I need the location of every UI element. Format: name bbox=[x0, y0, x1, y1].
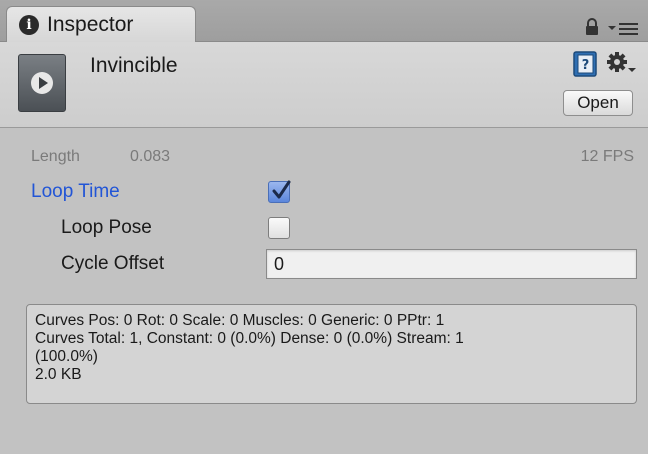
info-line: (100.0%) bbox=[35, 348, 98, 365]
info-icon: i bbox=[19, 15, 39, 35]
menu-icon[interactable] bbox=[606, 20, 640, 36]
animation-clip-icon bbox=[18, 54, 66, 112]
play-icon bbox=[31, 72, 53, 94]
cycle-offset-field[interactable]: 0 bbox=[266, 249, 637, 279]
loop-time-checkbox[interactable] bbox=[268, 180, 291, 203]
fps-value: 12 FPS bbox=[580, 148, 634, 165]
inspector-window: i Inspector Invincible ? Open Length 0.0… bbox=[0, 0, 648, 454]
info-line: Curves Total: 1, Constant: 0 (0.0%) Dens… bbox=[35, 330, 464, 347]
loop-pose-label: Loop Pose bbox=[61, 217, 152, 238]
loop-pose-checkbox[interactable] bbox=[268, 217, 290, 239]
asset-header: Invincible ? Open bbox=[0, 42, 648, 128]
loop-time-label: Loop Time bbox=[31, 181, 120, 202]
gear-icon[interactable] bbox=[606, 51, 636, 77]
lock-icon[interactable] bbox=[584, 18, 600, 36]
tab-inspector[interactable]: i Inspector bbox=[6, 6, 196, 43]
length-value: 0.083 bbox=[130, 148, 171, 165]
tab-label: Inspector bbox=[47, 13, 134, 36]
asset-name: Invincible bbox=[90, 54, 178, 77]
help-book-icon[interactable]: ? bbox=[572, 51, 598, 77]
length-label: Length bbox=[31, 148, 80, 165]
tab-bar: i Inspector bbox=[0, 0, 648, 43]
open-button[interactable]: Open bbox=[563, 90, 633, 116]
curves-info-box: Curves Pos: 0 Rot: 0 Scale: 0 Muscles: 0… bbox=[26, 304, 637, 404]
cycle-offset-label: Cycle Offset bbox=[61, 253, 165, 274]
svg-text:?: ? bbox=[582, 58, 590, 73]
checkmark-icon bbox=[272, 180, 291, 199]
info-line: 2.0 KB bbox=[35, 366, 82, 383]
info-line: Curves Pos: 0 Rot: 0 Scale: 0 Muscles: 0… bbox=[35, 312, 445, 329]
